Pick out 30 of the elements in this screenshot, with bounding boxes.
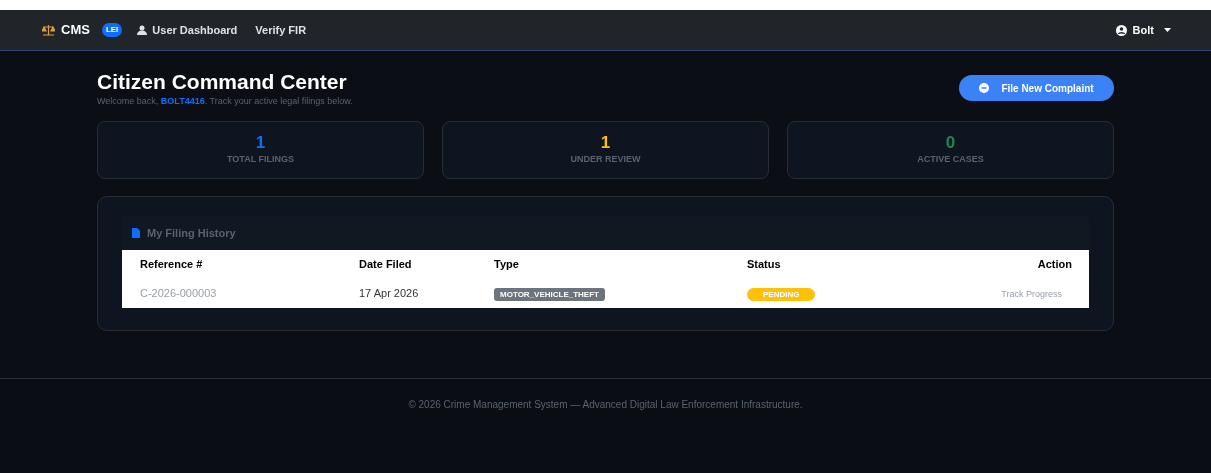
page-title: Citizen Command Center <box>97 69 348 95</box>
column-header: Status <box>747 250 897 278</box>
stat-value: 0 <box>945 133 956 154</box>
role-badge: LEI <box>101 23 123 37</box>
account-icon <box>1115 24 1127 36</box>
nav-link[interactable]: User Dashboard <box>137 21 238 39</box>
column-header: Reference # <box>122 250 359 278</box>
stat-value: 1 <box>255 133 266 154</box>
panel-title: My Filing History <box>147 225 236 241</box>
table-cell: C-2026-000003 <box>122 278 359 308</box>
stat-label: UNDER REVIEW <box>570 153 641 167</box>
user-icon <box>137 25 148 35</box>
column-header: Date Filed <box>359 250 494 278</box>
table-cell: 17 Apr 2026 <box>359 278 494 308</box>
welcome-text: Welcome back, BOLT4416. Track your active legal filings below. <box>97 95 353 107</box>
footer-text: © 2026 Crime Management System — Advanced Digital Law Enforcement Infrastructure. <box>408 398 803 411</box>
stat-label: ACTIVE CASES <box>917 153 984 167</box>
brand-link[interactable]: CMS <box>61 20 90 40</box>
stat-label: TOTAL FILINGS <box>227 153 294 167</box>
document-icon <box>132 228 140 238</box>
nav-link[interactable]: Verify FIR <box>255 21 307 39</box>
scales-icon <box>42 24 55 36</box>
column-header: Type <box>494 250 747 278</box>
type-tag: MOTOR_VEHICLE_THEFT <box>494 287 605 301</box>
file-complaint-button[interactable]: File New Complaint <box>959 75 1114 101</box>
user-menu[interactable]: Bolt <box>1115 21 1171 39</box>
caret-icon <box>1164 28 1171 32</box>
stat-value: 1 <box>600 133 611 154</box>
column-header: Action <box>896 250 1089 278</box>
status-badge: PENDING <box>747 287 816 301</box>
